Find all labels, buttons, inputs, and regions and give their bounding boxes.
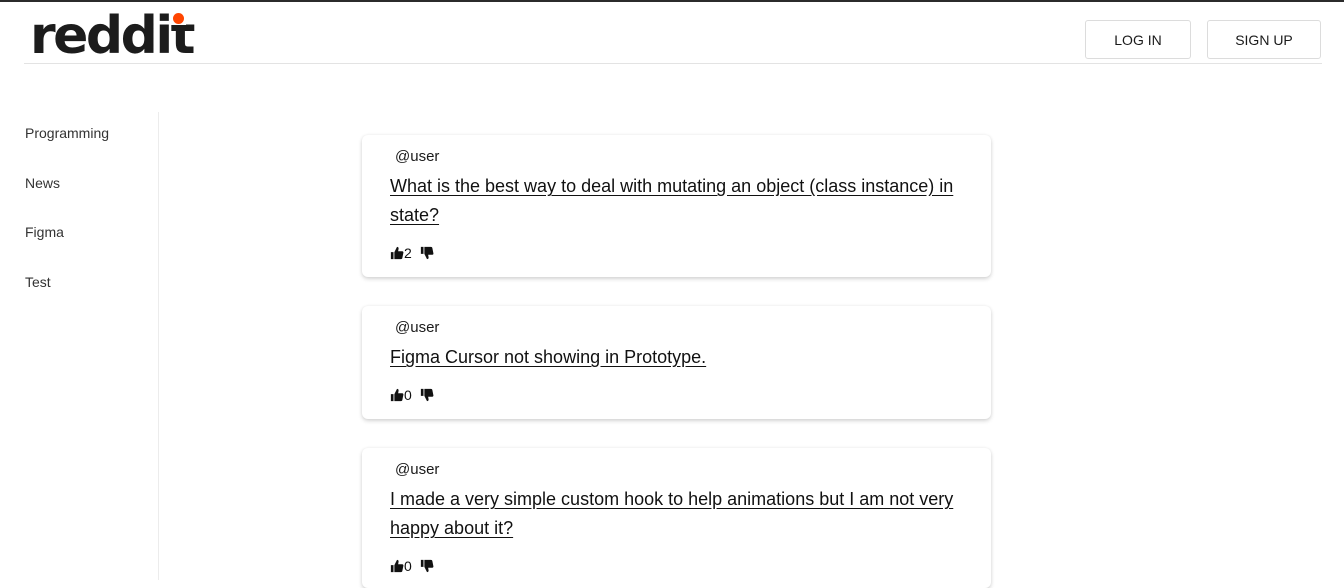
thumbs-down-icon[interactable] bbox=[420, 246, 434, 260]
post-card: @user I made a very simple custom hook t… bbox=[362, 448, 991, 588]
vote-controls: 2 bbox=[390, 244, 434, 262]
login-button[interactable]: LOG IN bbox=[1085, 20, 1191, 59]
sidebar-item-news[interactable]: News bbox=[25, 175, 60, 191]
post-title[interactable]: What is the best way to deal with mutati… bbox=[390, 172, 982, 230]
thumbs-up-icon[interactable] bbox=[390, 559, 404, 573]
post-author[interactable]: @user bbox=[395, 461, 439, 478]
post-author[interactable]: @user bbox=[395, 148, 439, 165]
vote-count: 0 bbox=[404, 387, 412, 403]
vote-count: 2 bbox=[404, 245, 412, 261]
post-title[interactable]: I made a very simple custom hook to help… bbox=[390, 485, 982, 543]
vote-count: 0 bbox=[404, 558, 412, 574]
thumbs-down-icon[interactable] bbox=[420, 559, 434, 573]
thumbs-up-icon[interactable] bbox=[390, 388, 404, 402]
logo-dot-icon bbox=[173, 13, 184, 24]
vote-controls: 0 bbox=[390, 557, 434, 575]
signup-button[interactable]: SIGN UP bbox=[1207, 20, 1321, 59]
sidebar-item-test[interactable]: Test bbox=[25, 274, 51, 290]
post-card: @user What is the best way to deal with … bbox=[362, 135, 991, 277]
sidebar: Programming News Figma Test bbox=[0, 112, 159, 580]
post-title[interactable]: Figma Cursor not showing in Prototype. bbox=[390, 343, 982, 372]
post-author[interactable]: @user bbox=[395, 319, 439, 336]
header: reddit LOG IN SIGN UP bbox=[24, 2, 1322, 65]
post-card: @user Figma Cursor not showing in Protot… bbox=[362, 306, 991, 419]
sidebar-item-programming[interactable]: Programming bbox=[25, 125, 109, 141]
sidebar-item-figma[interactable]: Figma bbox=[25, 224, 64, 240]
reddit-logo[interactable]: reddit bbox=[30, 7, 196, 65]
thumbs-up-icon[interactable] bbox=[390, 246, 404, 260]
vote-controls: 0 bbox=[390, 386, 434, 404]
thumbs-down-icon[interactable] bbox=[420, 388, 434, 402]
